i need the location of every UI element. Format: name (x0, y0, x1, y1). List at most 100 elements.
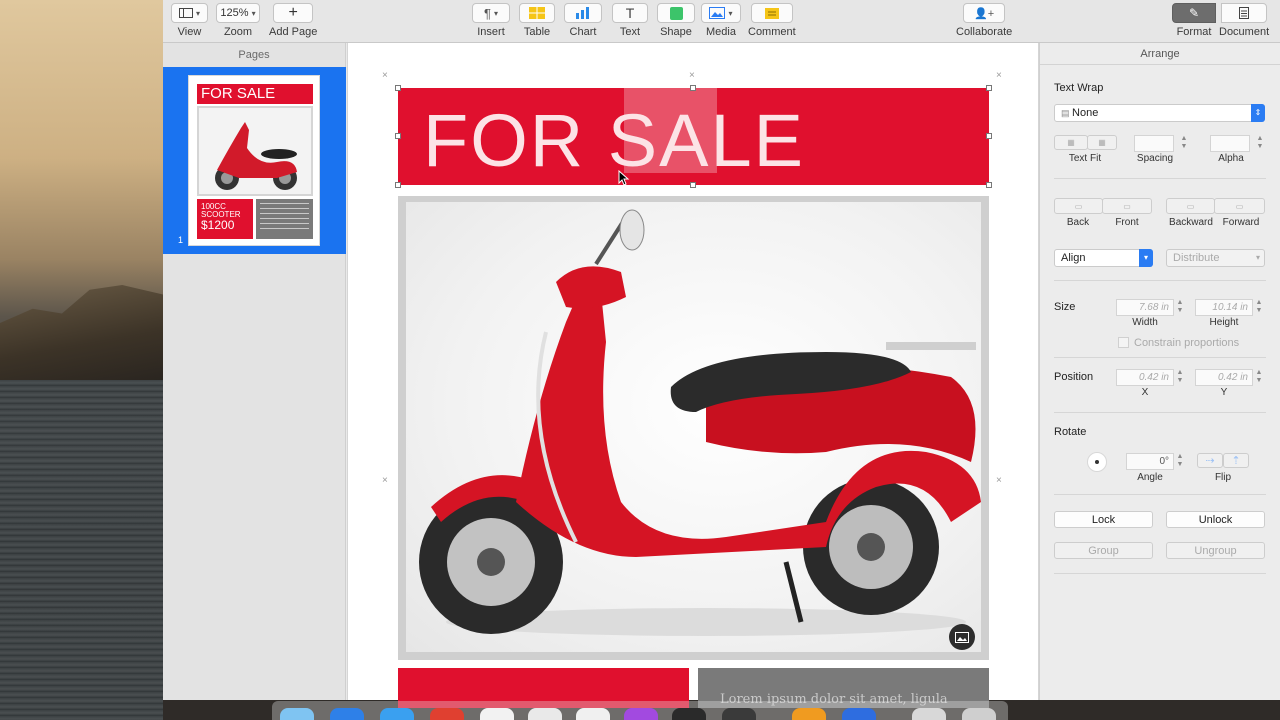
alpha-field[interactable] (1210, 135, 1250, 152)
downloads-icon[interactable] (912, 708, 946, 720)
chrome-icon[interactable] (430, 708, 464, 720)
spacing-field[interactable] (1134, 135, 1174, 152)
document-control[interactable]: Document (1219, 3, 1269, 38)
for-sale-banner[interactable]: FOR SALE (398, 85, 989, 185)
divider (1054, 357, 1266, 358)
comment-label: Comment (748, 26, 796, 38)
scooter-photo[interactable] (398, 196, 989, 660)
lock-button[interactable]: Lock (1054, 511, 1153, 528)
thumbnail-price-box: 100CC SCOOTER $1200 (197, 199, 253, 239)
resize-handle[interactable] (690, 85, 696, 91)
view-control[interactable]: ▾ View (171, 3, 208, 38)
table-button[interactable] (519, 3, 555, 23)
notes-icon[interactable] (528, 708, 562, 720)
text-label: Text (619, 26, 641, 38)
forward-button[interactable]: ▭ (1214, 198, 1265, 214)
collaborate-control[interactable]: 👤+ Collaborate (956, 3, 1012, 38)
flip-horizontal-button[interactable]: ⇢ (1197, 453, 1223, 468)
document-button[interactable] (1221, 3, 1268, 23)
flip-vertical-button[interactable]: ⇡ (1223, 453, 1249, 468)
width-field[interactable]: 7.68 in (1116, 299, 1174, 316)
photos-icon[interactable] (480, 708, 514, 720)
width-stepper[interactable]: ▲ ▼ (1176, 299, 1184, 316)
tab-arrange[interactable]: Arrange (1040, 43, 1280, 65)
table-control[interactable]: Table (519, 3, 555, 38)
text-fit-right-button[interactable]: ▦ (1087, 135, 1117, 150)
image-media-badge-icon[interactable] (949, 624, 975, 650)
height-stepper[interactable]: ▲ ▼ (1255, 299, 1263, 316)
pages-icon[interactable] (792, 708, 826, 720)
position-x-stepper[interactable]: ▲ ▼ (1176, 369, 1184, 386)
resize-handle[interactable] (395, 133, 401, 139)
text-control[interactable]: T Text (612, 3, 648, 38)
shape-button[interactable] (657, 3, 695, 23)
desktop-wallpaper (0, 0, 163, 720)
media-control[interactable]: ▾ Media (701, 3, 741, 38)
text-button[interactable]: T (612, 3, 648, 23)
height-field[interactable]: 10.14 in (1195, 299, 1253, 316)
add-page-button[interactable]: + (273, 3, 314, 23)
app-icon[interactable] (842, 708, 876, 720)
view-button[interactable]: ▾ (171, 3, 208, 23)
media-button[interactable]: ▾ (701, 3, 741, 23)
launchpad-icon[interactable] (330, 708, 364, 720)
chart-button[interactable] (564, 3, 602, 23)
group-button[interactable]: Group (1054, 542, 1153, 559)
shape-control[interactable]: Shape (657, 3, 695, 38)
format-control[interactable]: ✎ Format (1172, 3, 1216, 38)
add-page-control[interactable]: + Add Page (269, 3, 317, 38)
text-wrap-select[interactable]: ▤ None ⇕ (1054, 104, 1265, 122)
distribute-select[interactable]: Distribute ▾ (1166, 249, 1265, 267)
angle-label: Angle (1137, 472, 1163, 483)
tv-icon[interactable] (672, 708, 706, 720)
comment-control[interactable]: Comment (748, 3, 796, 38)
resize-handle[interactable] (986, 182, 992, 188)
resize-handle[interactable] (395, 85, 401, 91)
text-fit-icon: ▦ (1067, 138, 1075, 147)
trash-icon[interactable] (962, 708, 996, 720)
section-corner-mark: × (996, 70, 1002, 81)
text-fit-left-button[interactable]: ▦ (1054, 135, 1088, 150)
angle-field[interactable]: 0° (1126, 453, 1174, 470)
backward-button[interactable]: ▭ (1166, 198, 1215, 214)
banner-title[interactable]: FOR SALE (423, 98, 805, 183)
format-button[interactable]: ✎ (1172, 3, 1216, 23)
finder-icon[interactable] (280, 708, 314, 720)
resize-handle[interactable] (986, 133, 992, 139)
safari-icon[interactable] (380, 708, 414, 720)
comment-button[interactable] (750, 3, 793, 23)
spacing-stepper[interactable]: ▲ ▼ (1180, 135, 1188, 152)
divider (1054, 280, 1266, 281)
alpha-label: Alpha (1218, 153, 1244, 164)
resize-handle[interactable] (986, 85, 992, 91)
alpha-stepper[interactable]: ▲ ▼ (1256, 135, 1264, 152)
position-y-field[interactable]: 0.42 in (1195, 369, 1253, 386)
align-select[interactable]: Align ▾ (1054, 249, 1153, 267)
page-thumbnail[interactable]: FOR SALE 100CC SCOOTER $1200 (188, 75, 320, 246)
insert-control[interactable]: ¶ ▾ Insert (472, 3, 510, 38)
system-preferences-icon[interactable] (722, 708, 756, 720)
chevron-down-icon: ▾ (195, 8, 200, 18)
ungroup-button[interactable]: Ungroup (1166, 542, 1265, 559)
rotate-dial[interactable] (1087, 452, 1107, 472)
podcasts-icon[interactable] (624, 708, 658, 720)
constrain-checkbox[interactable] (1118, 337, 1129, 348)
music-icon[interactable] (576, 708, 610, 720)
divider (1054, 412, 1266, 413)
front-button[interactable]: ▭ (1102, 198, 1152, 214)
divider (1054, 178, 1266, 179)
zoom-label: Zoom (223, 26, 253, 38)
angle-stepper[interactable]: ▲ ▼ (1176, 453, 1184, 470)
back-button[interactable]: ▭ (1054, 198, 1103, 214)
zoom-select[interactable]: 125% ▾ (216, 3, 260, 23)
zoom-control[interactable]: 125% ▾ Zoom (216, 3, 260, 38)
position-x-field[interactable]: 0.42 in (1116, 369, 1174, 386)
section-corner-mark: × (382, 475, 388, 486)
resize-handle[interactable] (395, 182, 401, 188)
position-y-stepper[interactable]: ▲ ▼ (1255, 369, 1263, 386)
resize-handle[interactable] (690, 182, 696, 188)
unlock-button[interactable]: Unlock (1166, 511, 1265, 528)
insert-button[interactable]: ¶ ▾ (472, 3, 510, 23)
collaborate-button[interactable]: 👤+ (963, 3, 1006, 23)
chart-control[interactable]: Chart (564, 3, 602, 38)
